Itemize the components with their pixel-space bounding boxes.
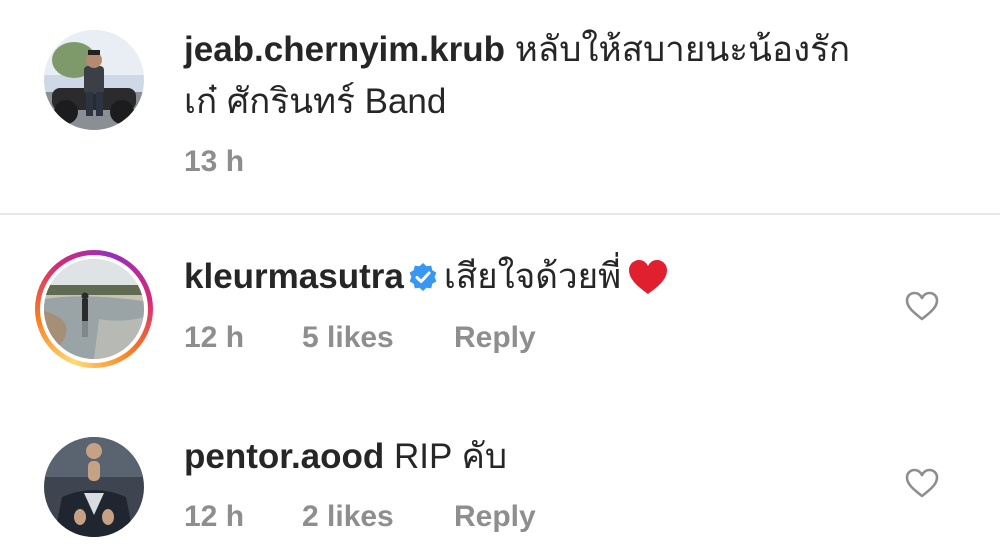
- comment-likes[interactable]: 5 likes: [302, 319, 394, 357]
- avatar[interactable]: [44, 437, 144, 537]
- reply-button[interactable]: Reply: [454, 498, 536, 536]
- comment-body-line1: เสียใจด้วยพี่: [443, 257, 622, 296]
- verified-badge-icon: [408, 259, 438, 303]
- comments-screen: jeab.chernyim.krub หลับให้สบายนะน้องรัก …: [0, 0, 1000, 560]
- story-ring[interactable]: [35, 250, 153, 368]
- comment-username[interactable]: kleurmasutra: [184, 257, 404, 296]
- heart-outline-icon[interactable]: [904, 290, 940, 322]
- comment-time: 12 h: [184, 500, 245, 533]
- comment-body-line2: เก๋ ศักรินทร์ Band: [184, 82, 447, 121]
- comment-item: jeab.chernyim.krub หลับให้สบายนะน้องรัก …: [0, 0, 1000, 213]
- comment-time: 12 h: [184, 321, 245, 354]
- comment-text: kleurmasutra เสียใจด้วยพี่: [184, 255, 669, 307]
- red-heart-emoji: [627, 258, 669, 307]
- comment-username[interactable]: pentor.aood: [184, 437, 384, 476]
- comment-text: jeab.chernyim.krub หลับให้สบายนะน้องรัก: [184, 28, 850, 72]
- reply-button[interactable]: Reply: [454, 319, 536, 357]
- avatar[interactable]: [44, 30, 144, 130]
- avatar[interactable]: [44, 259, 144, 359]
- comment-time: 13 h: [184, 145, 245, 178]
- comment-body-line1: หลับให้สบายนะน้องรัก: [514, 30, 851, 69]
- comment-username[interactable]: jeab.chernyim.krub: [184, 30, 505, 69]
- comment-likes[interactable]: 2 likes: [302, 498, 394, 536]
- comment-body-line1: RIP คับ: [394, 437, 508, 476]
- comment-item: pentor.aood RIP คับ 12 h 2 likes Reply: [0, 387, 1000, 560]
- comment-item: kleurmasutra เสียใจด้วยพี่ 12 h 5 likes R…: [0, 215, 1000, 387]
- comment-text: pentor.aood RIP คับ: [184, 435, 507, 479]
- heart-outline-icon[interactable]: [904, 467, 940, 499]
